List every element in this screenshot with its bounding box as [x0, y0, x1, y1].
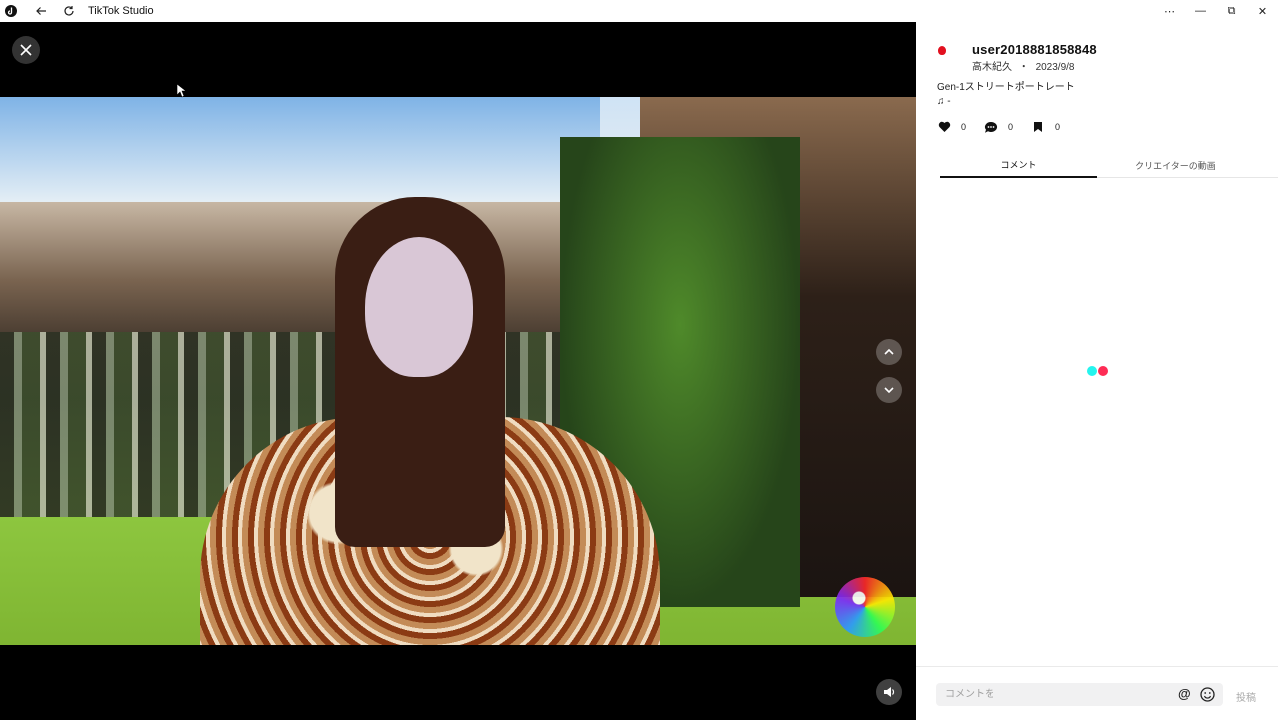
details-panel: user2018881858848 高木紀久 ・ 2023/9/8 Gen-1ス… — [916, 22, 1278, 720]
comment-count: 0 — [1008, 122, 1014, 132]
loading-indicator — [1087, 366, 1108, 376]
volume-button[interactable] — [876, 679, 902, 705]
panel-tabs: コメント クリエイターの動画 — [940, 152, 1278, 178]
heart-icon[interactable] — [937, 120, 951, 134]
tiktok-logo-icon — [0, 0, 22, 22]
username[interactable]: user2018881858848 — [972, 42, 1097, 57]
stats-bar: 0 0 0 — [937, 120, 1078, 134]
title-bar: TikTok Studio ⋯ — ⧉ ✕ — [0, 0, 1278, 22]
tab-creator-videos[interactable]: クリエイターの動画 — [1097, 152, 1254, 178]
mention-icon[interactable]: @ — [1178, 686, 1191, 701]
close-player-button[interactable] — [12, 36, 40, 64]
volume-icon — [883, 687, 894, 697]
chevron-up-icon — [884, 348, 894, 355]
post-description: Gen-1ストリートポートレート — [937, 82, 1075, 93]
avatar-drop-icon — [938, 45, 946, 55]
minimize-button[interactable]: — — [1185, 0, 1216, 22]
previous-video-button[interactable] — [876, 339, 902, 365]
rgb-watermark-icon — [835, 577, 895, 637]
save-count: 0 — [1055, 122, 1061, 132]
save-stat[interactable]: 0 — [1031, 120, 1060, 134]
author-name: 高木紀久 — [972, 62, 1012, 73]
app-title: TikTok Studio — [88, 5, 154, 17]
restore-button[interactable]: ⧉ — [1216, 0, 1247, 22]
loader-dot-cyan — [1087, 366, 1097, 376]
meta-separator: ・ — [1018, 62, 1029, 73]
mouse-cursor-icon — [177, 84, 187, 98]
video-person-face — [365, 237, 473, 377]
close-icon — [20, 44, 32, 56]
close-window-button[interactable]: ✕ — [1247, 0, 1278, 22]
comment-footer: @ 投稿 — [916, 666, 1278, 720]
post-date: 2023/9/8 — [1035, 62, 1075, 73]
video-frame — [0, 97, 916, 645]
like-count: 0 — [961, 122, 967, 132]
refresh-icon[interactable] — [58, 0, 80, 22]
window-controls: ⋯ — ⧉ ✕ — [1154, 0, 1278, 22]
loader-dot-red — [1098, 366, 1108, 376]
video-player[interactable] — [0, 22, 916, 720]
music-label[interactable]: ♫ - — [937, 96, 951, 107]
chevron-down-icon — [884, 387, 894, 394]
back-icon[interactable] — [30, 0, 52, 22]
like-stat[interactable]: 0 — [937, 120, 966, 134]
comment-stat[interactable]: 0 — [984, 120, 1013, 134]
next-video-button[interactable] — [876, 377, 902, 403]
more-options-button[interactable]: ⋯ — [1154, 0, 1185, 22]
emoji-icon[interactable] — [1200, 687, 1215, 702]
avatar[interactable] — [934, 42, 950, 58]
comment-bubble-icon[interactable] — [984, 120, 998, 134]
video-roof — [0, 202, 600, 332]
post-meta: 高木紀久 ・ 2023/9/8 — [972, 58, 1075, 73]
video-sky — [0, 97, 600, 207]
post-comment-button[interactable]: 投稿 — [1236, 689, 1256, 704]
bookmark-icon[interactable] — [1031, 120, 1045, 134]
tab-comments[interactable]: コメント — [940, 152, 1097, 178]
